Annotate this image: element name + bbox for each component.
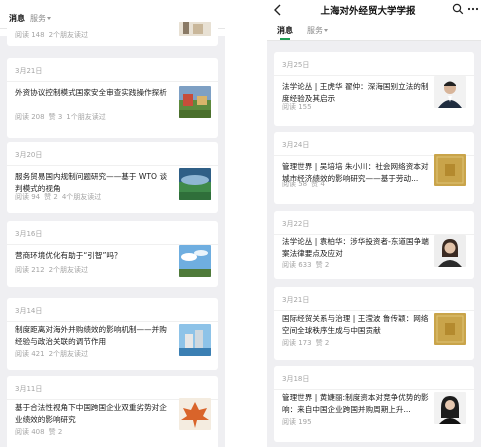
article-meta: 阅读 208 赞 3 1个朋友读过 [15, 112, 106, 122]
read-count: 阅读 421 [15, 350, 45, 358]
article-meta: 阅读 408 赞 2 [15, 427, 62, 437]
article-card[interactable]: 3月14日 制度距离对海外并购绩效的影响机制——并购经验与政治关联的调节作用 阅… [7, 298, 218, 370]
read-count: 阅读 173 [282, 339, 312, 347]
read-count: 阅读 212 [15, 266, 45, 274]
article-date: 3月20日 [15, 151, 43, 159]
article-date: 3月21日 [15, 67, 43, 75]
article-date: 3月14日 [15, 307, 43, 315]
read-count: 阅读 94 [15, 193, 41, 201]
account-title: 上海对外经贸大学学报 [320, 6, 416, 17]
like-count: 赞 3 [48, 113, 63, 121]
read-count: 阅读 58 [282, 180, 308, 188]
like-count: 赞 2 [48, 428, 63, 436]
friends-read: 2个朋友读过 [48, 31, 89, 39]
friends-read: 1个朋友读过 [66, 113, 106, 121]
read-count: 阅读 633 [282, 261, 312, 269]
article-title[interactable]: 制度距离对海外并购绩效的影响机制——并购经验与政治关联的调节作用 [15, 324, 173, 348]
article-meta: 阅读 94 赞 2 4个朋友读过 [15, 192, 101, 202]
card-divider [274, 310, 474, 311]
more-icon[interactable] [467, 7, 479, 11]
read-count: 阅读 195 [282, 418, 312, 426]
article-date: 3月18日 [282, 375, 310, 383]
article-thumbnail [434, 392, 466, 424]
tabs-divider [267, 40, 481, 41]
article-meta: 阅读 173 赞 2 [282, 338, 329, 348]
back-icon[interactable] [272, 3, 284, 17]
article-meta: 阅读 155 [282, 102, 312, 112]
article-meta: 阅读 633 赞 2 [282, 260, 329, 270]
right-article-list-panel: 上海对外经贸大学学报 消息 服务 3月25日 法学论丛 | 王虎华 翟仲：深海国… [267, 0, 481, 447]
article-meta: 阅读 195 [282, 417, 312, 427]
article-thumbnail [179, 324, 211, 356]
card-divider [7, 81, 218, 82]
article-card[interactable]: 3月24日 管理世界 | 吴培培 朱小川：社会网络资本对城市经济绩效的影响研究—… [274, 132, 474, 204]
card-divider [274, 389, 474, 390]
article-card[interactable]: 3月21日 国际经贸关系与治理 | 王滢波 鲁传颖：网络空间全球秩序生成与中国贡… [274, 287, 474, 360]
article-thumbnail [179, 168, 211, 200]
article-date: 3月21日 [282, 296, 310, 304]
right-tab-bar: 消息 服务 [267, 25, 481, 41]
article-thumbnail [179, 22, 211, 36]
article-date: 3月11日 [15, 385, 43, 393]
search-icon[interactable] [452, 3, 464, 15]
article-thumbnail [434, 76, 466, 108]
card-divider [7, 321, 218, 322]
read-count: 阅读 408 [15, 428, 45, 436]
article-title[interactable]: 法学论丛 | 袁柏华：涉华投资者-东道国争端案法律要点及应对 [282, 236, 432, 260]
article-thumbnail [434, 313, 466, 345]
article-card[interactable]: 3月22日 法学论丛 | 袁柏华：涉华投资者-东道国争端案法律要点及应对 阅读 … [274, 211, 474, 279]
article-date: 3月24日 [282, 141, 310, 149]
read-count: 阅读 208 [15, 113, 45, 121]
tab-messages[interactable]: 消息 [277, 25, 293, 37]
article-card-partial[interactable]: 阅读 148 2个朋友读过 [7, 22, 218, 46]
like-count: 赞 2 [315, 339, 330, 347]
article-title[interactable]: 管理世界 | 黄婕丽:制度资本对竞争优势的影响：来自中国企业跨国并购周期上升..… [282, 392, 432, 416]
article-title[interactable]: 外资协议控制模式国家安全审查实践操作探析 [15, 87, 173, 99]
article-date: 3月22日 [282, 220, 310, 228]
article-date: 3月25日 [282, 61, 310, 69]
nav-bar: 上海对外经贸大学学报 [267, 0, 481, 20]
article-card[interactable]: 3月11日 基于合法性视角下中国跨国企业双重劣势对企业绩效的影响研究 阅读 40… [7, 376, 218, 447]
article-thumbnail [434, 235, 466, 267]
friends-read: 2个朋友读过 [48, 266, 89, 274]
article-meta: 阅读 212 2个朋友读过 [15, 265, 88, 275]
like-count: 赞 2 [315, 261, 330, 269]
article-card[interactable]: 3月21日 外资协议控制模式国家安全审查实践操作探析 阅读 208 赞 3 1个朋友… [7, 58, 218, 138]
article-thumbnail [179, 398, 211, 430]
article-card[interactable]: 3月18日 管理世界 | 黄婕丽:制度资本对竞争优势的影响：来自中国企业跨国并购… [274, 366, 474, 442]
article-thumbnail [434, 154, 466, 186]
article-title[interactable]: 国际经贸关系与治理 | 王滢波 鲁传颖：网络空间全球秩序生成与中国贡献 [282, 313, 432, 337]
article-card[interactable]: 3月16日 营商环境优化有助于“引智”吗？ 阅读 212 2个朋友读过 [7, 221, 218, 287]
article-title[interactable]: 基于合法性视角下中国跨国企业双重劣势对企业绩效的影响研究 [15, 402, 173, 426]
article-card[interactable]: 3月25日 法学论丛 | 王虎华 翟仲：深海国别立法的制度经验及其启示 阅读 1… [274, 52, 474, 126]
article-meta: 阅读 58 赞 4 [282, 179, 325, 189]
like-count: 赞 2 [44, 193, 58, 201]
article-meta: 阅读 421 2个朋友读过 [15, 349, 88, 359]
dropdown-caret-icon [324, 29, 328, 32]
read-count: 阅读 148 [15, 31, 45, 39]
article-thumbnail [179, 245, 211, 277]
friends-read: 4个朋友读过 [61, 193, 102, 201]
card-divider [7, 165, 218, 166]
dropdown-caret-icon [47, 17, 51, 20]
tab-services[interactable]: 服务 [307, 25, 323, 37]
article-title[interactable]: 营商环境优化有助于“引智”吗？ [15, 250, 173, 262]
article-card[interactable]: 3月20日 服务贸易国内规制问题研究——基于 WTO 谈判模式的视角 阅读 94… [7, 142, 218, 213]
like-count: 赞 4 [311, 180, 325, 188]
right-header: 上海对外经贸大学学报 消息 服务 [267, 0, 481, 41]
article-thumbnail [179, 86, 211, 118]
article-date: 3月16日 [15, 230, 43, 238]
friends-read: 2个朋友读过 [48, 350, 89, 358]
left-article-list-panel: 消息 服务 阅读 148 2个朋友读过 3月21日 外资协议控制模式国家安全审查实… [0, 0, 225, 447]
read-count: 阅读 155 [282, 103, 312, 111]
article-meta: 阅读 148 2个朋友读过 [15, 30, 88, 40]
